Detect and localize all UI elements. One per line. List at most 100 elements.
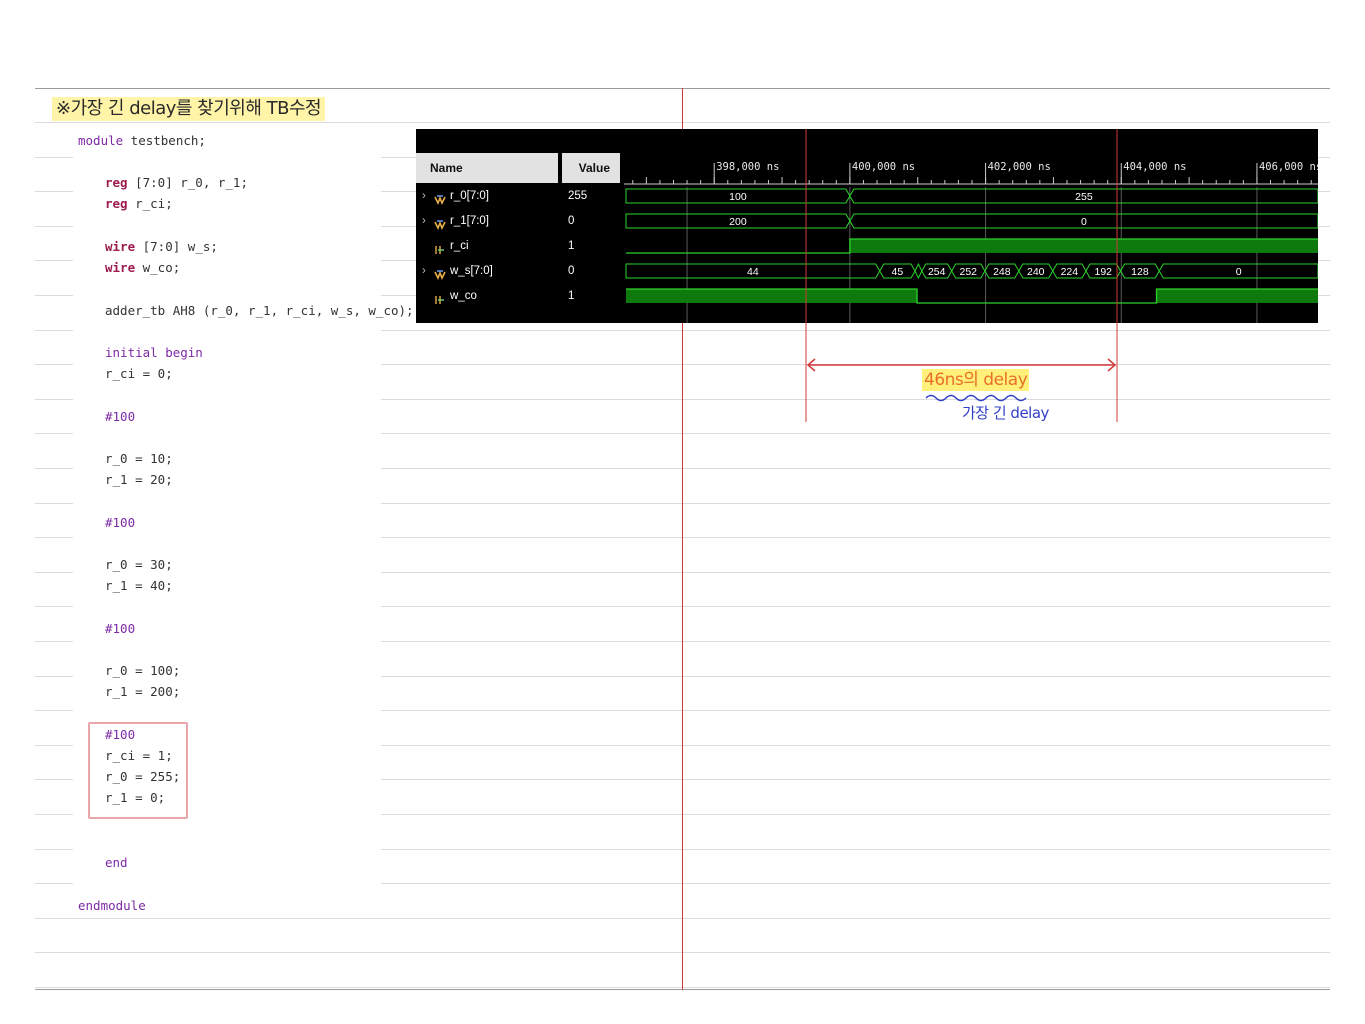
code-keyword: module	[78, 133, 124, 148]
name-column-header[interactable]: Name	[416, 153, 558, 183]
time-label: 404,000 ns	[1123, 161, 1186, 173]
code-keyword: reg	[105, 175, 128, 190]
code-text: [7:0] w_s;	[135, 239, 218, 254]
code-keyword: wire	[105, 239, 136, 254]
signal-value-column: Value 255 0 1 0 1	[562, 129, 620, 323]
bus-signal-icon	[434, 191, 446, 205]
time-label: 402,000 ns	[988, 161, 1051, 173]
code-keyword: #100	[105, 409, 136, 424]
expand-chevron-icon[interactable]: ›	[422, 210, 434, 232]
signal-name-label: r_1[7:0]	[450, 215, 489, 227]
code-text: r_ci = 0;	[105, 366, 173, 381]
delay-arrow-left-head	[806, 358, 816, 372]
code-keyword: endmodule	[78, 898, 146, 913]
expand-chevron-icon[interactable]: ›	[422, 260, 434, 282]
bus-value-label: 248	[993, 266, 1011, 278]
code-line: module testbench;	[78, 133, 206, 149]
bus-value-label: 100	[729, 191, 747, 203]
delay-arrow-right-head	[1107, 358, 1117, 372]
code-text: r_1 = 40;	[105, 578, 173, 593]
code-line: wire w_co;	[105, 260, 180, 276]
bit-high-fill	[1156, 289, 1318, 303]
code-line: #100	[105, 409, 135, 425]
bus-signal-icon	[434, 266, 446, 280]
signal-row-r_ci[interactable]: r_ci	[422, 235, 469, 257]
signal-row-r_070[interactable]: › r_0[7:0]	[422, 185, 489, 207]
code-text: adder_tb AH8 (r_0, r_1, r_ci, w_s, w_co)…	[105, 303, 414, 318]
code-line: reg [7:0] r_0, r_1;	[105, 175, 248, 191]
signal-value: 1	[568, 240, 575, 252]
code-line: r_ci = 0;	[105, 366, 173, 382]
signal-value: 1	[568, 290, 575, 302]
code-keyword: #100	[105, 621, 136, 636]
expand-chevron-icon[interactable]: ›	[422, 185, 434, 207]
code-line: r_0 = 10;	[105, 451, 173, 467]
time-label: 406,000 ns	[1259, 161, 1318, 173]
code-keyword: wire	[105, 260, 136, 275]
signal-value: 0	[568, 265, 575, 277]
bus-value-label: 240	[1027, 266, 1045, 278]
code-line: reg r_ci;	[105, 196, 173, 212]
code-line: r_1 = 200;	[105, 684, 180, 700]
code-keyword: #100	[105, 515, 136, 530]
code-line: wire [7:0] w_s;	[105, 239, 218, 255]
code-line: endmodule	[78, 898, 146, 914]
signal-row-w_s70[interactable]: › w_s[7:0]	[422, 260, 493, 282]
bus-value-label: 254	[928, 266, 946, 278]
bus-signal-icon	[434, 216, 446, 230]
bit-high-fill	[626, 289, 918, 303]
code-keyword: reg	[105, 196, 128, 211]
delay-note: 46ns의 delay	[922, 369, 1030, 391]
code-line: r_0 = 100;	[105, 663, 180, 679]
signal-name-label: w_co	[450, 290, 477, 302]
bus-segment	[914, 262, 923, 280]
bit-high-fill	[849, 239, 1318, 253]
time-label: 398,000 ns	[716, 161, 779, 173]
page-heading: ※가장 긴 delay를 찾기위해 TB수정	[52, 97, 326, 121]
bus-value-label: 252	[960, 266, 978, 278]
code-keyword: initial begin	[105, 345, 203, 360]
code-keyword: end	[105, 855, 128, 870]
waveform-area[interactable]: 398,000 ns 400,000 ns 402,000 ns 404,000 ns…	[624, 129, 1322, 323]
signal-row-w_co[interactable]: w_co	[422, 285, 477, 307]
code-text: r_1 = 20;	[105, 472, 173, 487]
bus-value-label: 128	[1131, 266, 1149, 278]
time-label: 400,000 ns	[852, 161, 915, 173]
code-text: r_1 = 200;	[105, 684, 181, 699]
bus-value-label: 255	[1075, 191, 1093, 203]
longest-delay-note: 가장 긴 delay	[962, 404, 1049, 422]
signal-name-column: Name › r_0[7:0] › r_1[7:0] r_ci › w_s[7:0] w_…	[416, 129, 558, 323]
signal-value: 255	[568, 190, 588, 202]
value-column-header[interactable]: Value	[562, 153, 620, 183]
waveform-viewer: Name › r_0[7:0] › r_1[7:0] r_ci › w_s[7:0] w_…	[416, 129, 1322, 323]
code-text: testbench;	[123, 133, 206, 148]
bus-value-label: 45	[892, 266, 904, 278]
waveform-canvas: 398,000 ns 400,000 ns 402,000 ns 404,000 ns…	[624, 161, 1322, 323]
code-text: r_0 = 10;	[105, 451, 173, 466]
bus-value-label: 192	[1095, 266, 1113, 278]
code-text: r_ci;	[127, 196, 173, 211]
code-text: r_0 = 100;	[105, 663, 181, 678]
bus-value-label: 200	[729, 216, 747, 228]
bus-value-label: 0	[1081, 216, 1087, 228]
code-line: r_0 = 30;	[105, 557, 173, 573]
signal-name-label: r_0[7:0]	[450, 190, 489, 202]
code-line: adder_tb AH8 (r_0, r_1, r_ci, w_s, w_co)…	[105, 303, 414, 319]
code-text: r_0 = 30;	[105, 557, 173, 572]
code-text: w_co;	[135, 260, 181, 275]
signal-value: 0	[568, 215, 575, 227]
bus-value-label: 0	[1236, 266, 1242, 278]
code-text: [7:0] r_0, r_1;	[127, 175, 248, 190]
bit-signal-icon	[434, 291, 446, 304]
code-line: initial begin	[105, 345, 203, 361]
highlight-box	[88, 722, 188, 819]
bus-value-label: 44	[747, 266, 759, 278]
code-line: end	[105, 855, 128, 871]
signal-row-r_170[interactable]: › r_1[7:0]	[422, 210, 489, 232]
code-line: r_1 = 20;	[105, 472, 173, 488]
signal-name-label: r_ci	[450, 240, 469, 252]
code-line: #100	[105, 621, 135, 637]
bit-signal-icon	[434, 241, 446, 254]
